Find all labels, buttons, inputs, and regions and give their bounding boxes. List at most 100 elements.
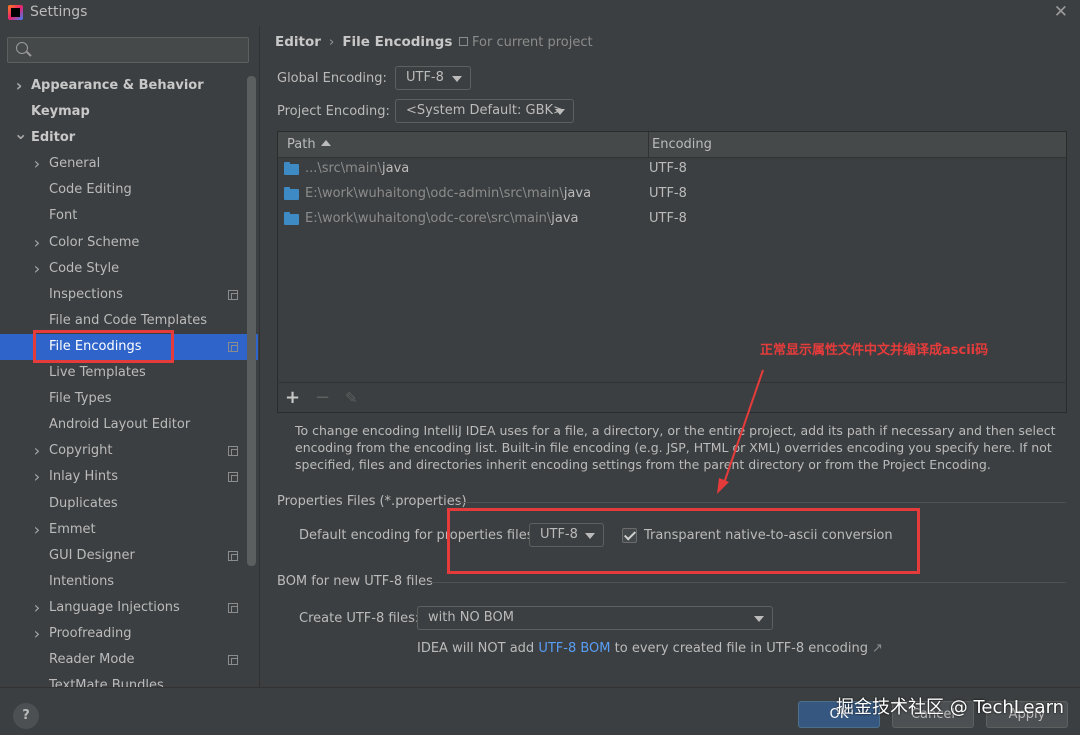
sidebar-item-file-and-code-templates[interactable]: File and Code Templates (0, 308, 258, 334)
sidebar-item-keymap[interactable]: Keymap (0, 99, 258, 125)
add-icon[interactable]: + (285, 387, 300, 408)
dialog-footer: ? OK Cancel Apply 掘金技术社区 @ TechLearn (0, 687, 1080, 735)
sidebar-item-label: TextMate Bundles (49, 678, 164, 687)
settings-search[interactable] (7, 37, 249, 63)
project-encoding-select[interactable]: <System Default: GBK> (395, 99, 574, 123)
sidebar-item-label: Color Scheme (49, 234, 140, 250)
path-encoding-table: Path Encoding ...\src\main\java UTF-8 E:… (277, 131, 1067, 413)
edit-icon[interactable]: ✎ (345, 389, 358, 407)
for-project-label: For current project (472, 35, 593, 50)
encoding-cell[interactable]: UTF-8 (649, 186, 687, 201)
breadcrumb: Editor › File Encodings (275, 34, 452, 50)
sidebar-item-gui-designer[interactable]: GUI Designer (0, 543, 258, 569)
table-row[interactable]: E:\work\wuhaitong\odc-admin\src\main\jav… (278, 184, 1066, 209)
encoding-cell[interactable]: UTF-8 (649, 161, 687, 176)
chevron-down-icon (585, 533, 595, 539)
sidebar-item-label: Android Layout Editor (49, 417, 191, 433)
search-input[interactable] (34, 40, 244, 60)
chevron-down-icon[interactable]: ⌄ (14, 121, 27, 147)
chevron-right-icon[interactable]: › (32, 621, 42, 647)
sidebar-item-appearance-behavior[interactable]: › Appearance & Behavior (0, 73, 258, 99)
column-header-path-label: Path (287, 137, 316, 152)
cancel-button[interactable]: Cancel (892, 701, 974, 728)
properties-encoding-select[interactable]: UTF-8 (529, 523, 604, 547)
folder-icon (284, 162, 299, 175)
column-divider[interactable] (648, 132, 649, 158)
sidebar-item-language-injections[interactable]: › Language Injections (0, 595, 258, 621)
encoding-cell[interactable]: UTF-8 (649, 211, 687, 226)
transparent-ascii-label[interactable]: Transparent native-to-ascii conversion (644, 528, 893, 543)
path-leaf: java (382, 161, 410, 176)
table-row[interactable]: E:\work\wuhaitong\odc-core\src\main\java… (278, 209, 1066, 234)
bom-create-value: with NO BOM (428, 610, 514, 625)
sidebar-item-code-editing[interactable]: Code Editing (0, 177, 258, 203)
sidebar-item-label: Editor (31, 130, 76, 146)
column-header-path[interactable]: Path (287, 137, 331, 152)
chevron-right-icon[interactable]: › (32, 230, 42, 256)
sidebar-item-code-style[interactable]: › Code Style (0, 256, 258, 282)
sidebar-item-intentions[interactable]: Intentions (0, 569, 258, 595)
chevron-right-icon[interactable]: › (32, 256, 42, 282)
search-icon (16, 42, 28, 54)
remove-icon[interactable]: − (315, 387, 330, 408)
path-prefix: ...\src\main\ (305, 161, 382, 176)
sidebar-item-copyright[interactable]: › Copyright (0, 438, 258, 464)
breadcrumb-current: File Encodings (342, 34, 453, 50)
sidebar-item-label: Inlay Hints (49, 469, 118, 485)
sidebar-item-duplicates[interactable]: Duplicates (0, 491, 258, 517)
table-header: Path Encoding (278, 132, 1066, 158)
chevron-right-icon[interactable]: › (14, 73, 24, 99)
apply-button[interactable]: Apply (986, 701, 1068, 728)
global-encoding-select[interactable]: UTF-8 (395, 66, 471, 90)
path-prefix: E:\work\wuhaitong\odc-admin\src\main\ (305, 186, 564, 201)
path-cell: E:\work\wuhaitong\odc-core\src\main\java (305, 211, 578, 226)
sidebar-item-file-encodings[interactable]: File Encodings (0, 333, 258, 361)
sidebar-item-proofreading[interactable]: › Proofreading (0, 621, 258, 647)
project-scope-icon (228, 341, 238, 352)
sidebar-item-label: Inspections (49, 286, 123, 302)
sidebar-item-android-layout-editor[interactable]: Android Layout Editor (0, 412, 258, 438)
settings-tree: › Appearance & Behavior Keymap ⌄ Editor › Gene… (0, 73, 258, 687)
sidebar-item-live-templates[interactable]: Live Templates (0, 360, 258, 386)
bom-create-select[interactable]: with NO BOM (417, 606, 773, 630)
sidebar-item-label: Copyright (49, 443, 113, 459)
sidebar-item-label: Font (49, 208, 78, 224)
sidebar-item-inlay-hints[interactable]: › Inlay Hints (0, 464, 258, 490)
properties-default-label: Default encoding for properties files: (299, 528, 538, 543)
sidebar-scrollbar[interactable] (247, 76, 256, 566)
sidebar-item-label: Reader Mode (49, 652, 135, 668)
project-scope-icon (228, 289, 238, 300)
global-encoding-value: UTF-8 (406, 70, 444, 85)
sidebar-item-inspections[interactable]: Inspections (0, 282, 258, 308)
sidebar-item-textmate-bundles[interactable]: TextMate Bundles (0, 673, 258, 687)
chevron-right-icon[interactable]: › (32, 151, 42, 177)
sidebar-item-reader-mode[interactable]: Reader Mode (0, 647, 258, 673)
project-encoding-value: <System Default: GBK> (406, 103, 564, 118)
sidebar-item-color-scheme[interactable]: › Color Scheme (0, 230, 258, 256)
sidebar-item-label: Duplicates (49, 495, 118, 511)
transparent-ascii-checkbox[interactable] (622, 528, 637, 543)
path-prefix: E:\work\wuhaitong\odc-core\src\main\ (305, 211, 552, 226)
path-leaf: java (563, 186, 592, 201)
sidebar-item-label: File and Code Templates (49, 312, 207, 328)
chevron-right-icon[interactable]: › (32, 464, 42, 490)
sidebar-item-general[interactable]: › General (0, 151, 258, 177)
ok-button[interactable]: OK (798, 701, 880, 728)
column-header-encoding[interactable]: Encoding (652, 137, 712, 152)
sidebar-item-emmet[interactable]: › Emmet (0, 517, 258, 543)
close-icon[interactable]: ✕ (1054, 2, 1068, 22)
settings-content: Editor › File Encodings For current projec… (261, 26, 1080, 687)
breadcrumb-parent[interactable]: Editor (275, 34, 321, 50)
table-row[interactable]: ...\src\main\java UTF-8 (278, 159, 1066, 184)
sidebar-item-label: File Types (49, 391, 112, 407)
chevron-right-icon[interactable]: › (32, 438, 42, 464)
sidebar-item-font[interactable]: Font (0, 203, 258, 229)
chevron-down-icon (555, 109, 565, 115)
help-button[interactable]: ? (13, 703, 39, 729)
utf8-bom-link[interactable]: UTF-8 BOM (538, 641, 610, 656)
project-scope-icon (228, 655, 238, 666)
sidebar-item-editor[interactable]: ⌄ Editor (0, 124, 258, 151)
chevron-right-icon[interactable]: › (32, 595, 42, 621)
sidebar-item-file-types[interactable]: File Types (0, 386, 258, 412)
chevron-right-icon[interactable]: › (32, 517, 42, 543)
